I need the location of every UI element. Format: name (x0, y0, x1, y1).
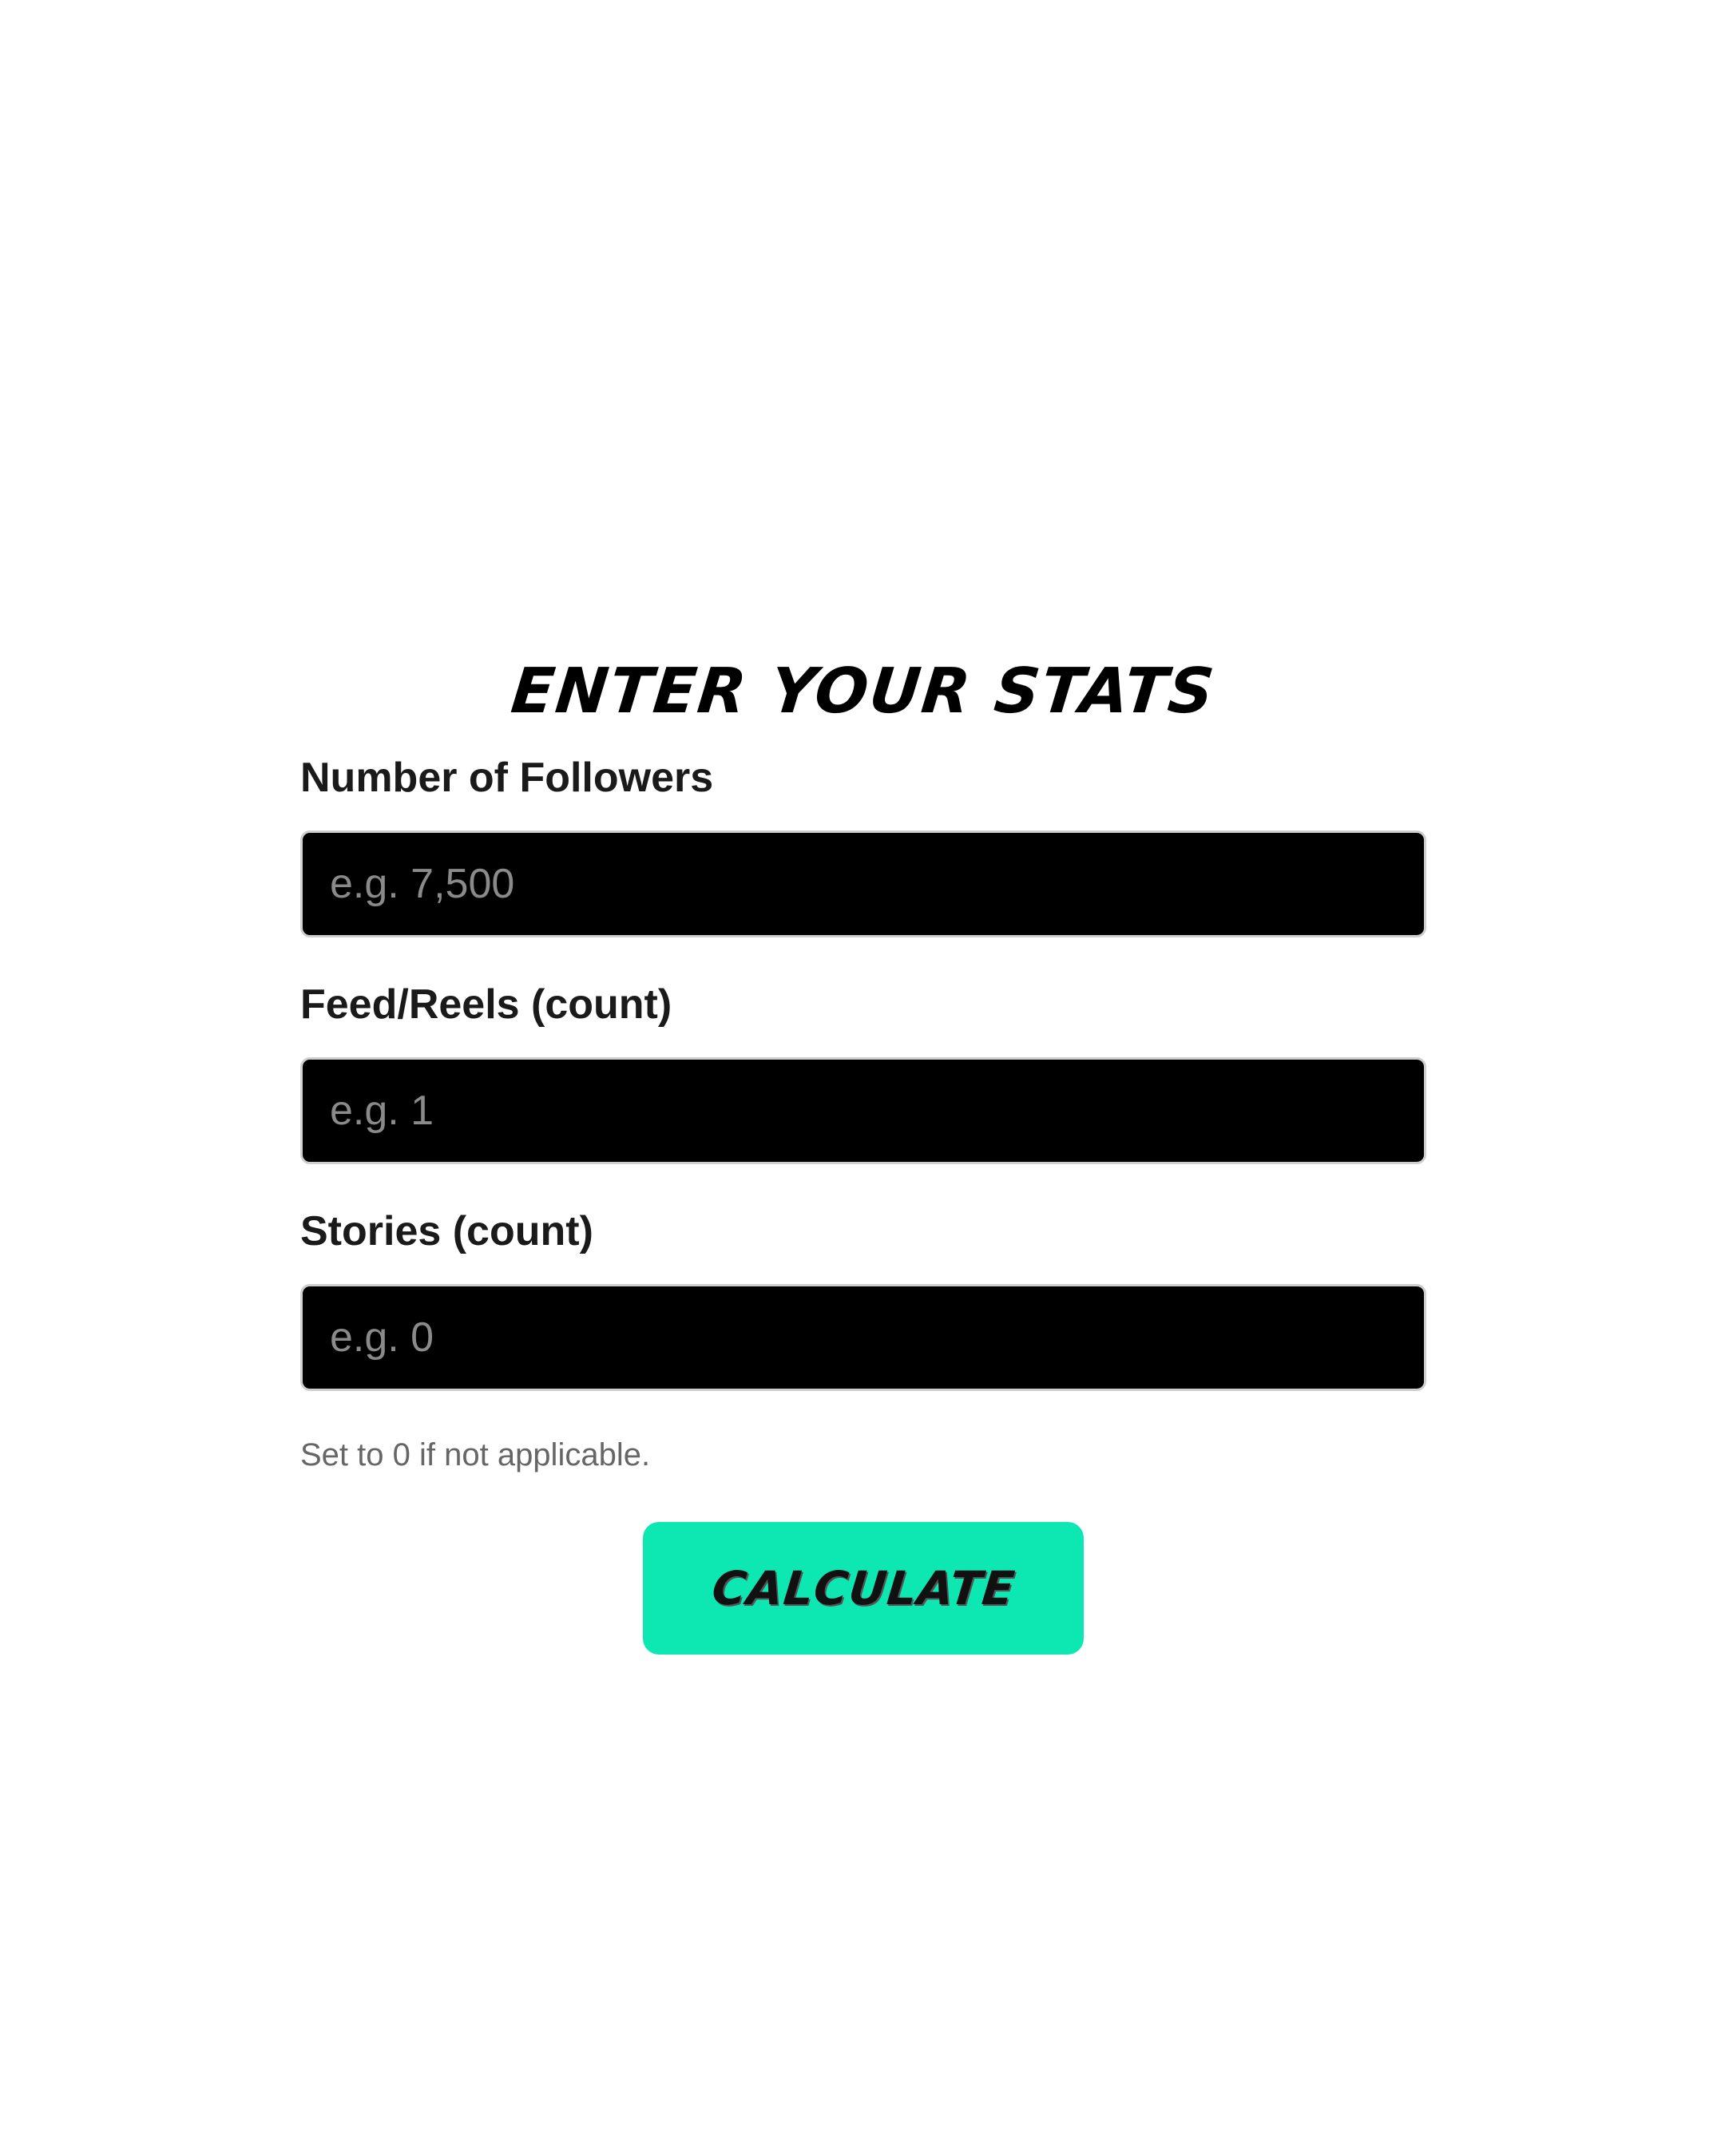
stories-field-group: Stories (count) (300, 1203, 1426, 1391)
feed-reels-input[interactable] (300, 1057, 1426, 1164)
feed-reels-field-group: Feed/Reels (count) (300, 976, 1426, 1164)
help-text: Set to 0 if not applicable. (300, 1437, 651, 1472)
stories-input[interactable] (300, 1284, 1426, 1391)
calculate-button-label: CALCULATE (709, 1561, 1017, 1615)
followers-field-group: Number of Followers (300, 749, 1426, 937)
stats-form: ENTER YOUR STATS Number of Followers Fee… (300, 647, 1426, 1655)
button-row: CALCULATE (300, 1522, 1426, 1655)
stories-label: Stories (count) (300, 1208, 593, 1254)
form-title: ENTER YOUR STATS (508, 656, 1219, 727)
calculate-button[interactable]: CALCULATE (643, 1522, 1084, 1655)
followers-input[interactable] (300, 830, 1426, 937)
followers-label: Number of Followers (300, 755, 714, 801)
feed-reels-label: Feed/Reels (count) (300, 981, 672, 1028)
